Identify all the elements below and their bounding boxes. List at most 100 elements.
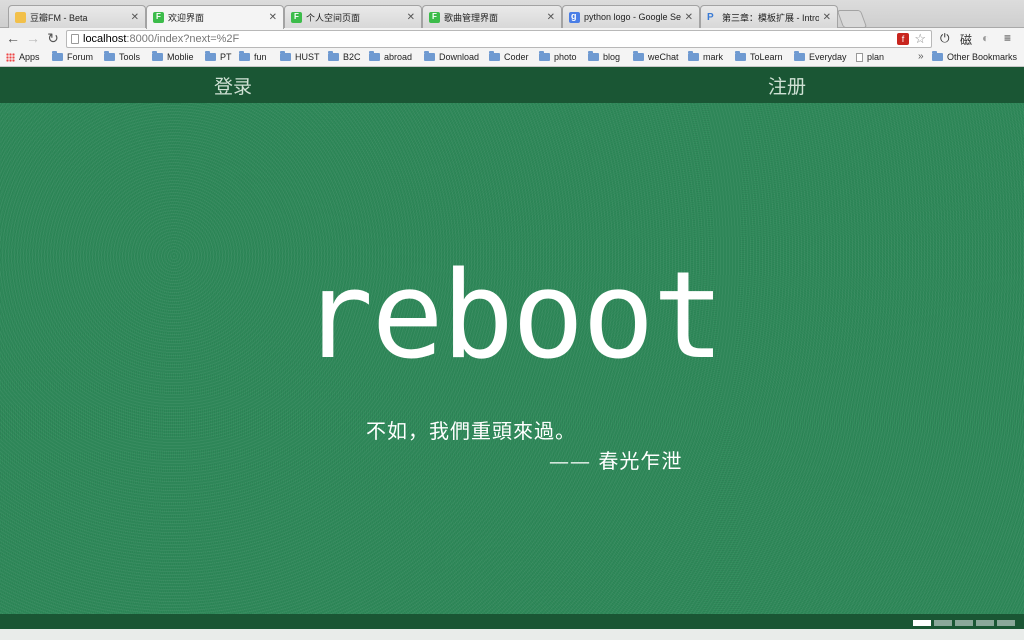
p-favicon-icon: P (707, 11, 714, 23)
pager-dot[interactable] (913, 620, 931, 626)
bookmark-folder[interactable]: PT (205, 51, 232, 62)
bookmark-folder[interactable]: mark (688, 51, 723, 62)
tab-label: 豆瓣FM - Beta (30, 12, 88, 23)
quote-text: 不如，我們重頭來過。 (366, 419, 576, 443)
bookmark-folder[interactable]: Tools (104, 51, 141, 62)
folder-icon (633, 51, 644, 61)
star-icon[interactable]: ☆ (914, 31, 926, 47)
tab-google-search[interactable]: python logo - Google Sear ✕ (562, 5, 700, 28)
tab-template-extension[interactable]: P 第三章：模板扩展 - Introdu ✕ (700, 5, 838, 28)
apps-grid-icon (6, 52, 15, 62)
bookmark-folder[interactable]: HUST (280, 51, 320, 62)
flash-blocked-icon[interactable]: f (897, 33, 909, 45)
pager-dot[interactable] (976, 620, 994, 626)
login-link[interactable]: 登录 (214, 72, 252, 99)
pager-dot[interactable] (997, 620, 1015, 626)
bookmark-folder[interactable]: weChat (633, 51, 679, 62)
bookmark-label: plan (867, 52, 885, 62)
close-icon[interactable]: ✕ (823, 12, 831, 23)
bookmark-label: weChat (648, 52, 679, 62)
folder-icon (539, 51, 550, 61)
bookmarks-bar: Apps Forum Tools Moblie PT fun HUST B2C … (0, 50, 1024, 67)
page-viewport: 登录 注册 reboot 不如，我們重頭來過。 —— 春光乍泄 (0, 67, 1024, 640)
tab-label: 歌曲管理界面 (444, 12, 499, 23)
menu-icon[interactable]: ≡ (1004, 31, 1011, 45)
folder-icon (489, 51, 500, 61)
folder-icon (688, 51, 699, 61)
bookmark-label: fun (254, 52, 267, 62)
bookmark-label: Coder (504, 52, 529, 62)
close-icon[interactable]: ✕ (407, 12, 415, 23)
folder-icon (104, 51, 115, 61)
bookmark-folder[interactable]: Moblie (152, 51, 194, 62)
bookmark-label: mark (703, 52, 723, 62)
bookmark-label: PT (220, 52, 232, 62)
bookmark-folder[interactable]: photo (539, 51, 577, 62)
folder-icon (369, 51, 380, 61)
folder-icon (239, 51, 250, 61)
tab-personal-space[interactable]: 个人空间页面 ✕ (284, 5, 422, 28)
bookmark-folder[interactable]: Forum (52, 51, 94, 62)
bookmark-label: Download (439, 52, 480, 62)
tab-label: 个人空间页面 (306, 12, 361, 23)
forward-arrow-icon[interactable]: → (25, 30, 41, 46)
tab-label: 欢迎界面 (168, 13, 205, 23)
extension-magnet-icon[interactable]: 磁 (960, 31, 972, 48)
close-icon[interactable]: ✕ (131, 12, 139, 23)
bookmark-label: Forum (67, 52, 94, 62)
bookmark-folder[interactable]: abroad (369, 51, 413, 62)
bookmark-folder[interactable]: ToLearn (735, 51, 783, 62)
other-bookmarks[interactable]: Other Bookmarks (932, 51, 1017, 62)
tab-strip: 豆瓣FM - Beta ✕ 欢迎界面 ✕ 个人空间页面 ✕ 歌曲管理界面 ✕ p… (0, 0, 1024, 29)
folder-icon (328, 51, 339, 61)
close-icon[interactable]: ✕ (685, 12, 693, 23)
tab-welcome[interactable]: 欢迎界面 ✕ (146, 5, 284, 29)
reload-icon[interactable]: ↻ (45, 30, 61, 46)
page-footer-bar (0, 614, 1024, 629)
bookmark-apps[interactable]: Apps (6, 52, 40, 62)
new-tab-button[interactable] (836, 10, 868, 28)
tab-label: 第三章：模板扩展 - Introdu (722, 12, 819, 23)
folder-icon (152, 51, 163, 61)
folder-icon (735, 51, 746, 61)
page-icon (856, 52, 863, 62)
bottom-strip (0, 629, 1024, 640)
bookmark-folder[interactable]: Coder (489, 51, 529, 62)
bookmark-label: blog (603, 52, 621, 62)
tab-song-manager[interactable]: 歌曲管理界面 ✕ (422, 5, 562, 28)
folder-icon (424, 51, 435, 61)
pager-dot[interactable] (934, 620, 952, 626)
bookmark-folder[interactable]: Download (424, 51, 480, 62)
bookmark-folder[interactable]: fun (239, 51, 267, 62)
bookmark-label: Tools (119, 52, 141, 62)
bookmark-folder[interactable]: Everyday (794, 51, 847, 62)
hero-title: reboot (301, 247, 724, 386)
google-favicon-icon (569, 11, 580, 23)
feather-favicon-icon (429, 11, 440, 23)
pager-dot[interactable] (955, 620, 973, 626)
folder-favicon-icon (15, 11, 26, 23)
close-icon[interactable]: ✕ (269, 12, 277, 23)
back-arrow-icon[interactable]: ← (5, 30, 21, 46)
url-host: localhost (83, 33, 127, 45)
tab-label: python logo - Google Sear (584, 12, 681, 22)
register-link[interactable]: 注册 (768, 72, 806, 99)
bookmark-folder[interactable]: blog (588, 51, 621, 62)
bookmark-label: Moblie (167, 52, 194, 62)
bookmark-label: photo (554, 52, 577, 62)
power-icon[interactable]: ⏻ (940, 31, 950, 46)
bookmark-label: B2C (343, 52, 361, 62)
feather-favicon-icon (153, 12, 164, 23)
address-bar[interactable]: localhost:8000/index?next=%2F f ☆ (66, 30, 932, 48)
bookmark-label: abroad (384, 52, 413, 62)
tab-douban-fm[interactable]: 豆瓣FM - Beta ✕ (8, 5, 146, 28)
url-path: :8000/index?next=%2F (126, 33, 240, 45)
bookmark-page[interactable]: plan (856, 52, 884, 62)
extension-circle-icon[interactable]: ◐ (982, 31, 989, 45)
more-bookmarks-chevron-icon[interactable]: » (918, 51, 924, 62)
close-icon[interactable]: ✕ (547, 12, 555, 23)
bookmark-folder[interactable]: B2C (328, 51, 361, 62)
browser-toolbar: ← → ↻ localhost:8000/index?next=%2F f ☆ … (0, 28, 1024, 50)
page-icon (71, 34, 79, 44)
folder-icon (932, 51, 943, 61)
